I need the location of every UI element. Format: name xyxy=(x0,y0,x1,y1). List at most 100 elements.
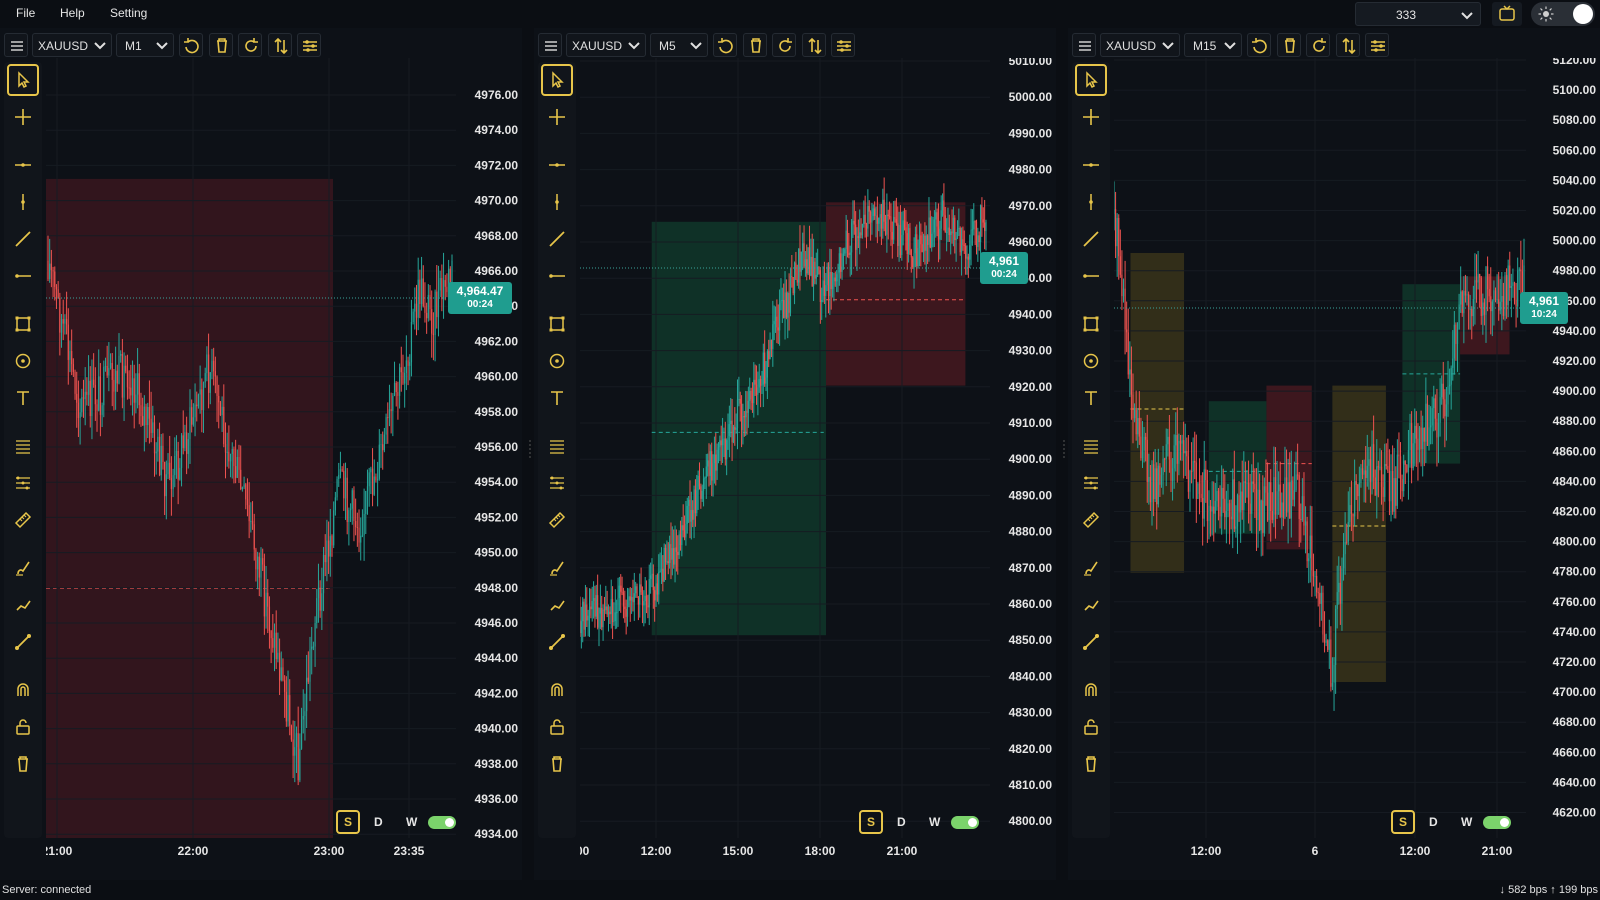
menu-setting[interactable]: Setting xyxy=(110,6,147,20)
remove-drawings-button[interactable] xyxy=(1075,748,1107,780)
lock-tool-button[interactable] xyxy=(1075,711,1107,743)
lock-tool-button[interactable] xyxy=(7,711,39,743)
brush-tool-button[interactable] xyxy=(1075,552,1107,584)
chart-settings-button[interactable] xyxy=(1365,33,1389,57)
clear-button[interactable] xyxy=(742,33,767,57)
trend-line-tool-button[interactable] xyxy=(1075,223,1107,255)
rectangle-tool-button[interactable] xyxy=(7,308,39,340)
path-tool-button[interactable] xyxy=(7,626,39,658)
clear-button[interactable] xyxy=(208,33,233,57)
undo-button[interactable] xyxy=(1247,33,1271,57)
panel-divider[interactable] xyxy=(1062,440,1066,460)
highlighter-tool-button[interactable] xyxy=(541,589,573,621)
session-d-button[interactable]: D xyxy=(897,815,906,829)
symbol-select[interactable]: XAUUSD xyxy=(566,33,646,57)
chart-canvas[interactable]: 5120.00 5100.00 5080.00 5060.00 5040.00 5020.… xyxy=(1114,58,1600,880)
lock-tool-button[interactable] xyxy=(541,711,573,743)
fib-channel-tool-button[interactable] xyxy=(1075,467,1107,499)
vertical-line-tool-button[interactable] xyxy=(7,186,39,218)
symbol-select[interactable]: XAUUSD xyxy=(1100,33,1180,57)
circle-tool-button[interactable] xyxy=(1075,345,1107,377)
session-toggle-switch[interactable] xyxy=(951,816,979,829)
session-toggle-switch[interactable] xyxy=(428,816,456,829)
remove-drawings-button[interactable] xyxy=(541,748,573,780)
undo-button[interactable] xyxy=(179,33,203,57)
circle-tool-button[interactable] xyxy=(7,345,39,377)
ray-tool-button[interactable] xyxy=(1075,260,1107,292)
brush-tool-button[interactable] xyxy=(7,552,39,584)
fib-retracement-tool-button[interactable] xyxy=(7,430,39,462)
chart-canvas[interactable]: 4976.00 4974.00 4972.00 4970.00 4968.00 4966.… xyxy=(46,58,522,880)
text-tool-button[interactable] xyxy=(7,382,39,414)
timeframe-select[interactable]: M15 xyxy=(1184,33,1242,57)
magnet-tool-button[interactable] xyxy=(1075,674,1107,706)
session-toggle-switch[interactable] xyxy=(1483,816,1511,829)
panel-menu-button[interactable] xyxy=(538,33,562,57)
cursor-tool-button[interactable] xyxy=(7,64,39,96)
symbol-select[interactable]: XAUUSD xyxy=(32,33,112,57)
session-d-button[interactable]: D xyxy=(1429,815,1438,829)
crosshair-tool-button[interactable] xyxy=(7,101,39,133)
remove-drawings-button[interactable] xyxy=(7,748,39,780)
refresh-button[interactable] xyxy=(238,33,262,57)
clear-button[interactable] xyxy=(1276,33,1301,57)
path-tool-button[interactable] xyxy=(541,626,573,658)
chart-canvas[interactable]: 5010.00 5000.00 4990.00 4980.00 4970.00 4960.… xyxy=(580,58,1056,880)
crosshair-tool-button[interactable] xyxy=(541,101,573,133)
swap-button[interactable] xyxy=(801,33,826,57)
session-s-button[interactable]: S xyxy=(336,810,360,834)
refresh-button[interactable] xyxy=(772,33,796,57)
horizontal-line-tool-button[interactable] xyxy=(541,149,573,181)
chart-settings-button[interactable] xyxy=(831,33,855,57)
swap-button[interactable] xyxy=(267,33,292,57)
menu-file[interactable]: File xyxy=(16,6,35,20)
trend-line-tool-button[interactable] xyxy=(541,223,573,255)
panel-menu-button[interactable] xyxy=(4,33,28,57)
fib-retracement-tool-button[interactable] xyxy=(1075,430,1107,462)
session-d-button[interactable]: D xyxy=(374,815,383,829)
timeframe-select[interactable]: M5 xyxy=(650,33,708,57)
session-s-button[interactable]: S xyxy=(859,810,883,834)
ruler-tool-button[interactable] xyxy=(1075,504,1107,536)
circle-tool-button[interactable] xyxy=(541,345,573,377)
theme-toggle[interactable] xyxy=(1531,2,1595,26)
magnet-tool-button[interactable] xyxy=(541,674,573,706)
timeframe-select[interactable]: M1 xyxy=(116,33,174,57)
panel-menu-button[interactable] xyxy=(1072,33,1096,57)
undo-button[interactable] xyxy=(713,33,737,57)
ruler-tool-button[interactable] xyxy=(7,504,39,536)
horizontal-line-tool-button[interactable] xyxy=(1075,149,1107,181)
cursor-tool-button[interactable] xyxy=(541,64,573,96)
highlighter-tool-button[interactable] xyxy=(1075,589,1107,621)
ticker-select[interactable]: 333 xyxy=(1355,2,1481,26)
panel-divider[interactable] xyxy=(528,440,532,460)
crosshair-tool-button[interactable] xyxy=(1075,101,1107,133)
session-w-button[interactable]: W xyxy=(1461,815,1472,829)
magnet-tool-button[interactable] xyxy=(7,674,39,706)
vertical-line-tool-button[interactable] xyxy=(541,186,573,218)
fib-channel-tool-button[interactable] xyxy=(541,467,573,499)
tv-button[interactable] xyxy=(1492,2,1522,26)
session-s-button[interactable]: S xyxy=(1391,810,1415,834)
session-w-button[interactable]: W xyxy=(929,815,940,829)
refresh-button[interactable] xyxy=(1306,33,1330,57)
horizontal-line-tool-button[interactable] xyxy=(7,149,39,181)
text-tool-button[interactable] xyxy=(1075,382,1107,414)
rectangle-tool-button[interactable] xyxy=(1075,308,1107,340)
fib-channel-tool-button[interactable] xyxy=(7,467,39,499)
vertical-line-tool-button[interactable] xyxy=(1075,186,1107,218)
fib-retracement-tool-button[interactable] xyxy=(541,430,573,462)
path-tool-button[interactable] xyxy=(1075,626,1107,658)
ruler-tool-button[interactable] xyxy=(541,504,573,536)
swap-button[interactable] xyxy=(1335,33,1360,57)
ray-tool-button[interactable] xyxy=(7,260,39,292)
rectangle-tool-button[interactable] xyxy=(541,308,573,340)
cursor-tool-button[interactable] xyxy=(1075,64,1107,96)
highlighter-tool-button[interactable] xyxy=(7,589,39,621)
chart-settings-button[interactable] xyxy=(297,33,321,57)
text-tool-button[interactable] xyxy=(541,382,573,414)
trend-line-tool-button[interactable] xyxy=(7,223,39,255)
ray-tool-button[interactable] xyxy=(541,260,573,292)
brush-tool-button[interactable] xyxy=(541,552,573,584)
menu-help[interactable]: Help xyxy=(60,6,85,20)
